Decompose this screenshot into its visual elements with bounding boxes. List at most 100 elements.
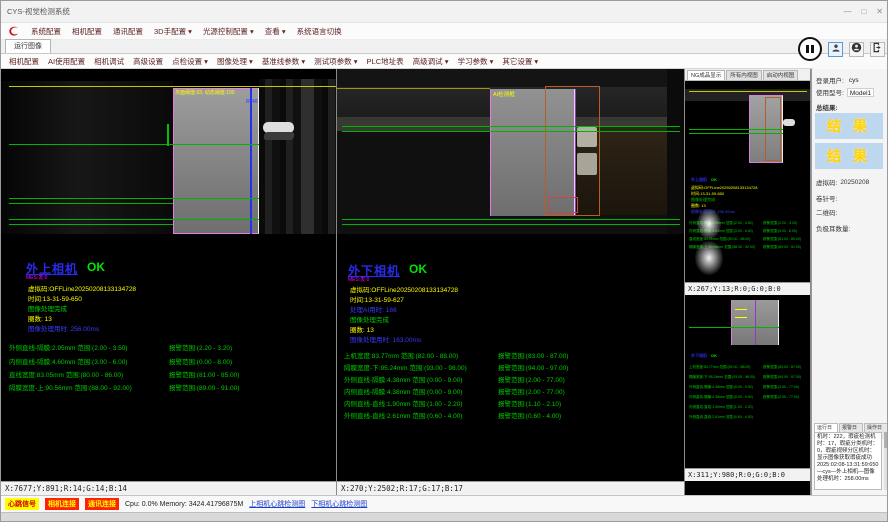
menu-camera-config[interactable]: 相机配置 [72,26,102,37]
user-login-button[interactable] [828,42,843,57]
center-alarm-5: 报警范围:(1.10 - 2.10) [498,398,561,408]
machine-dark-band [1,81,173,234]
center-meas-1: 上机宽度:83.77mm 范围:(82.00 - 88.00) [344,350,458,360]
app-logo-icon [7,25,20,38]
ai-box-label: AI检测框 [493,90,515,98]
exit-button[interactable] [870,42,885,57]
tool-ai-config[interactable]: AI使用配置 [48,56,85,67]
footer-strip [1,512,887,522]
tab-all-inner-view[interactable]: 所有内视图 [726,70,762,80]
pin-number-label: 卷针号: [816,193,837,203]
cell-blue-edge-line [250,88,252,234]
model-input[interactable]: Model1 [847,88,874,97]
menu-system-config[interactable]: 系统配置 [31,26,61,37]
cell-region [173,88,259,234]
mini-bottom-pixel-coords: X:311;Y:980;R:0;G:0;B:0 [685,468,810,481]
tool-plc-table[interactable]: PLC地址表 [367,56,404,67]
left-camera-image[interactable]: 灰面阈值:93, 动态阈值:100 R:46 [1,69,336,234]
top-camera-heartbeat-link[interactable]: 上相机心跳检测图 [249,499,305,509]
left-pixel-coords: X:7677;Y:891;R:14;G:14;B:14 [1,481,336,495]
user-value: cys [847,76,873,85]
center-meas-2: 隔膜宽度-下:95.24mm 范围:(93.00 - 98.00) [344,362,467,372]
right-column-filler [685,481,810,495]
mini-meas-2: 隔膜宽度-下:95.24mm 范围:(93.00 - 98.00) [689,375,755,381]
log-scrollbar[interactable] [884,432,888,490]
center-camera-image[interactable]: AI检测框 [337,69,684,234]
lock-user-icon [851,40,862,58]
mini-bottom-camera-view[interactable]: 外下相机 OK 上机宽度:83.77mm 范围:(82.00 - 88.00) … [685,295,810,468]
threshold-overlay-label: 灰面阈值:93, 动态阈值:100 [175,89,234,96]
menu-comm-config[interactable]: 通讯配置 [113,26,143,37]
mini-alarm-2: 报警范围:(0.00 - 8.00) [763,229,797,235]
tool-camera-debug[interactable]: 相机调试 [94,56,124,67]
mini-meas-3: 直线宽度:83.05mm 范围:(80.00 - 86.00) [689,237,750,243]
tab-start-inner-view[interactable]: 启动内视图 [763,70,799,80]
measure-line-5 [9,224,173,225]
menu-light-config[interactable]: 光源控制配置 ▾ [203,26,254,37]
left-meas-1: 外侧直线-隔膜:2.95mm 范围:(2.00 - 3.50) [9,342,127,352]
mini-meas-5: 内侧直线-直线:1.90mm 范围:(1.00 - 2.20) [689,405,753,411]
tool-learning-params[interactable]: 学习参数 ▾ [457,56,493,67]
mini-alarm-4: 报警范围:(89.00 - 91.00) [763,245,801,251]
camera-connect-badge: 相机连接 [45,498,79,510]
mini-alarm-3: 报警范围:(81.00 - 85.00) [763,237,801,243]
mini-alarm-4: 报警范围:(2.00 - 77.00) [763,395,799,401]
pause-button[interactable] [798,37,822,61]
left-alarm-2: 报警范围:(0.00 - 8.00) [169,356,232,366]
mini-yellow-tick-1 [735,309,747,310]
machine-stripe-block [259,79,336,234]
metal-tab-2 [577,153,597,175]
measure-line-3 [9,203,173,204]
mini-purple-line [755,300,756,345]
left-meas-3: 直线宽度:83.05mm 范围:(80.00 - 86.00) [9,369,123,379]
menu-view[interactable]: 查看 ▾ [265,26,286,37]
tab-ng-display[interactable]: NG成品显示 [687,70,725,80]
metal-tab-1 [577,127,597,147]
glow-highlight-1 [697,209,721,239]
mini-top-camera-view[interactable]: 外上相机 OK 虚拟码:OFFLine20250208133134728 时间:… [685,81,810,282]
tool-baseline-params[interactable]: 基准线参数 ▾ [262,56,305,67]
mini-view-tabs: NG成品显示 所有内视图 启动内视图 [685,69,810,81]
machine-right-edge [667,69,684,234]
barcode-value: 20250208 [840,179,869,186]
left-meas-2: 内侧直线-隔膜:4.60mm 范围:(3.00 - 6.00) [9,356,127,366]
tool-advanced-settings[interactable]: 高级设置 [133,56,163,67]
center-process-done: 图像处理完成 [350,314,389,324]
tool-camera-config[interactable]: 相机配置 [9,56,39,67]
main-area: 灰面阈值:93, 动态阈值:100 R:46 外上相机 OK MES:发:0 虚… [1,69,888,495]
app-window: CYS-视觉检测系统 — □ ✕ 系统配置 相机配置 通讯配置 3D手配置 ▾ … [0,0,888,522]
menu-language-switch[interactable]: 系统语言切换 [297,26,342,37]
exit-door-icon [872,40,883,58]
r-value-overlay-label: R:46 [246,99,258,105]
left-alarm-4: 报警范围:(89.00 - 91.00) [169,382,239,392]
lock-user-button[interactable] [849,42,864,57]
user-label: 登录用户: [816,75,844,85]
tool-image-process[interactable]: 图像处理 ▾ [217,56,253,67]
result-box-bottom: 结 果 [815,143,883,169]
mini-camera-name: 外下相机 [691,353,707,359]
mini-green-line [689,327,779,328]
tool-advanced-debug[interactable]: 高级调试 ▾ [413,56,449,67]
heartbeat-badge: 心跳信号 [5,498,39,510]
maximize-button[interactable]: □ [861,7,866,16]
tool-test-params[interactable]: 测试项参数 ▾ [314,56,357,67]
mini-yellow-tick-2 [735,317,747,318]
tab-run-image[interactable]: 运行图像 [5,39,51,53]
left-process-done: 图像处理完成 [28,303,67,313]
minimize-button[interactable]: — [843,7,851,16]
tool-other-settings[interactable]: 其它设置 ▾ [502,56,538,67]
mini-alarm-1: 报警范围:(2.20 - 3.20) [763,221,797,227]
left-alarm-3: 报警范围:(81.00 - 85.00) [169,369,239,379]
left-alarm-1: 报警范围:(2.20 - 3.20) [169,342,232,352]
center-mes-note: MES:发:0 [348,276,369,283]
center-alarm-4: 报警范围:(2.00 - 77.00) [498,386,565,396]
cpu-memory-text: Cpu: 0.0% Memory: 3424.41796875M [125,501,243,508]
tool-spot-check[interactable]: 点检设置 ▾ [172,56,208,67]
bottom-camera-heartbeat-link[interactable]: 下相机心跳检测图 [311,499,367,509]
mini-alarm-2: 报警范围:(94.00 - 97.00) [763,375,801,381]
close-button[interactable]: ✕ [876,7,883,16]
measure-line-2 [9,198,259,199]
side-info-panel: 登录用户: cys 使用型号: Model1 总结果: 结 果 结 果 虚拟码:… [811,69,888,495]
center-ai-time: 处理AI用时: 166 [350,304,397,314]
menu-3d-config[interactable]: 3D手配置 ▾ [154,26,192,37]
